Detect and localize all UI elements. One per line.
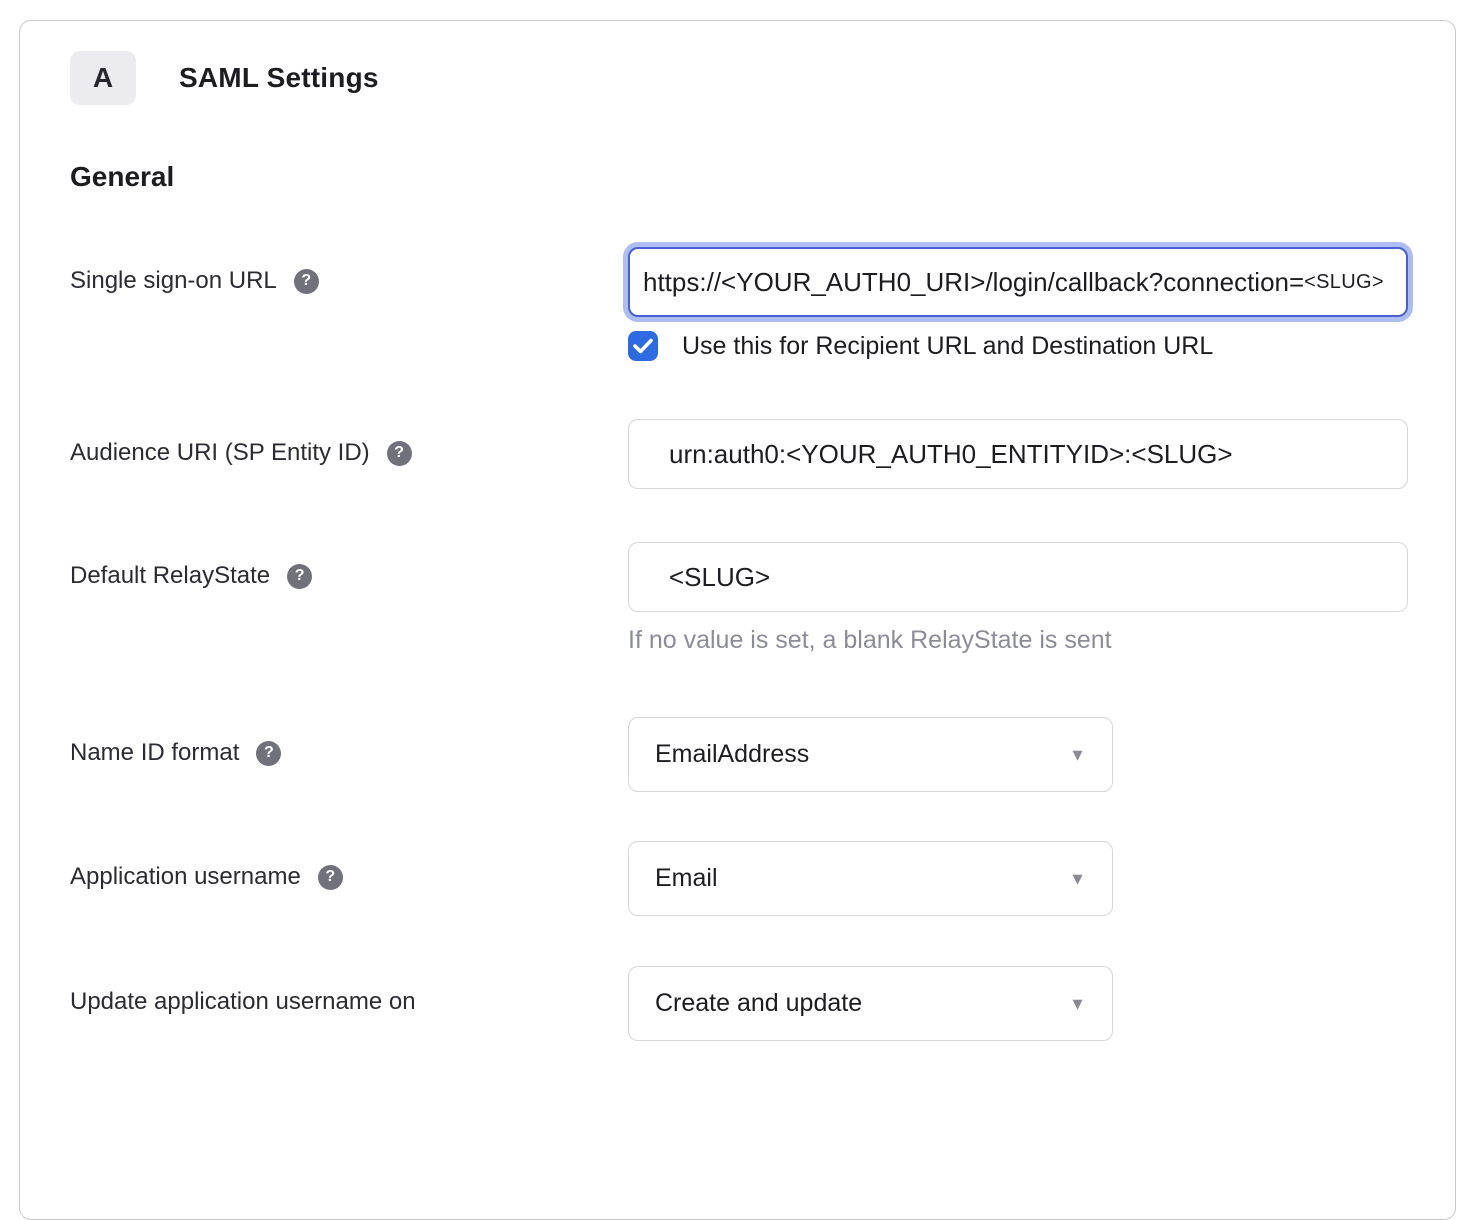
row-single-sign-on-url: Single sign-on URL ? https://<YOUR_AUTH0…	[70, 247, 1406, 361]
help-icon[interactable]: ?	[294, 269, 319, 294]
relay-label: Default RelayState	[70, 562, 270, 590]
appuser-control: Email ▼	[628, 841, 1406, 916]
checkmark-icon	[633, 338, 653, 354]
help-icon[interactable]: ?	[318, 865, 343, 890]
card-header: A SAML Settings	[70, 51, 1406, 105]
nameid-label-wrap: Name ID format ?	[70, 717, 628, 767]
audience-label-wrap: Audience URI (SP Entity ID) ?	[70, 419, 628, 467]
updateuser-label: Update application username on	[70, 988, 416, 1016]
relay-control: <SLUG> If no value is set, a blank Relay…	[628, 542, 1408, 655]
help-icon[interactable]: ?	[387, 441, 412, 466]
chevron-down-icon: ▼	[1069, 746, 1086, 763]
update-application-username-select[interactable]: Create and update ▼	[628, 966, 1113, 1041]
sso-label-wrap: Single sign-on URL ?	[70, 247, 628, 295]
recipient-url-checkbox-label[interactable]: Use this for Recipient URL and Destinati…	[682, 332, 1213, 361]
sso-value-slug: <SLUG>	[1304, 271, 1384, 294]
row-application-username: Application username ? Email ▼	[70, 841, 1406, 916]
sso-label: Single sign-on URL	[70, 267, 277, 295]
help-icon[interactable]: ?	[256, 741, 281, 766]
help-icon[interactable]: ?	[287, 564, 312, 589]
appuser-selected-value: Email	[655, 864, 718, 893]
nameid-label: Name ID format	[70, 739, 239, 767]
step-badge: A	[70, 51, 136, 105]
relay-value: <SLUG>	[669, 562, 770, 593]
audience-value: urn:auth0:<YOUR_AUTH0_ENTITYID>:<SLUG>	[669, 439, 1233, 470]
nameid-selected-value: EmailAddress	[655, 740, 809, 769]
row-default-relaystate: Default RelayState ? <SLUG> If no value …	[70, 542, 1406, 655]
updateuser-selected-value: Create and update	[655, 989, 862, 1018]
audience-uri-input[interactable]: urn:auth0:<YOUR_AUTH0_ENTITYID>:<SLUG>	[628, 419, 1408, 489]
name-id-format-select[interactable]: EmailAddress ▼	[628, 717, 1113, 792]
row-name-id-format: Name ID format ? EmailAddress ▼	[70, 717, 1406, 792]
row-update-application-username: Update application username on Create an…	[70, 966, 1406, 1041]
chevron-down-icon: ▼	[1069, 870, 1086, 887]
audience-control: urn:auth0:<YOUR_AUTH0_ENTITYID>:<SLUG>	[628, 419, 1408, 489]
appuser-label-wrap: Application username ?	[70, 841, 628, 891]
sso-control: https://<YOUR_AUTH0_URI>/login/callback?…	[628, 247, 1408, 361]
chevron-down-icon: ▼	[1069, 995, 1086, 1012]
nameid-control: EmailAddress ▼	[628, 717, 1406, 792]
appuser-label: Application username	[70, 863, 301, 891]
saml-settings-card: A SAML Settings General Single sign-on U…	[19, 20, 1456, 1220]
sso-value-main: https://<YOUR_AUTH0_URI>/login/callback?…	[643, 267, 1304, 298]
sso-checkbox-row: Use this for Recipient URL and Destinati…	[628, 331, 1408, 361]
updateuser-control: Create and update ▼	[628, 966, 1406, 1041]
relay-helper-text: If no value is set, a blank RelayState i…	[628, 626, 1408, 655]
updateuser-label-wrap: Update application username on	[70, 966, 628, 1016]
section-heading-general: General	[70, 161, 1406, 193]
default-relaystate-input[interactable]: <SLUG>	[628, 542, 1408, 612]
application-username-select[interactable]: Email ▼	[628, 841, 1113, 916]
relay-label-wrap: Default RelayState ?	[70, 542, 628, 590]
recipient-url-checkbox[interactable]	[628, 331, 658, 361]
page-title: SAML Settings	[179, 62, 379, 94]
row-audience-uri: Audience URI (SP Entity ID) ? urn:auth0:…	[70, 419, 1406, 489]
audience-label: Audience URI (SP Entity ID)	[70, 439, 370, 467]
single-sign-on-url-input[interactable]: https://<YOUR_AUTH0_URI>/login/callback?…	[628, 247, 1408, 317]
